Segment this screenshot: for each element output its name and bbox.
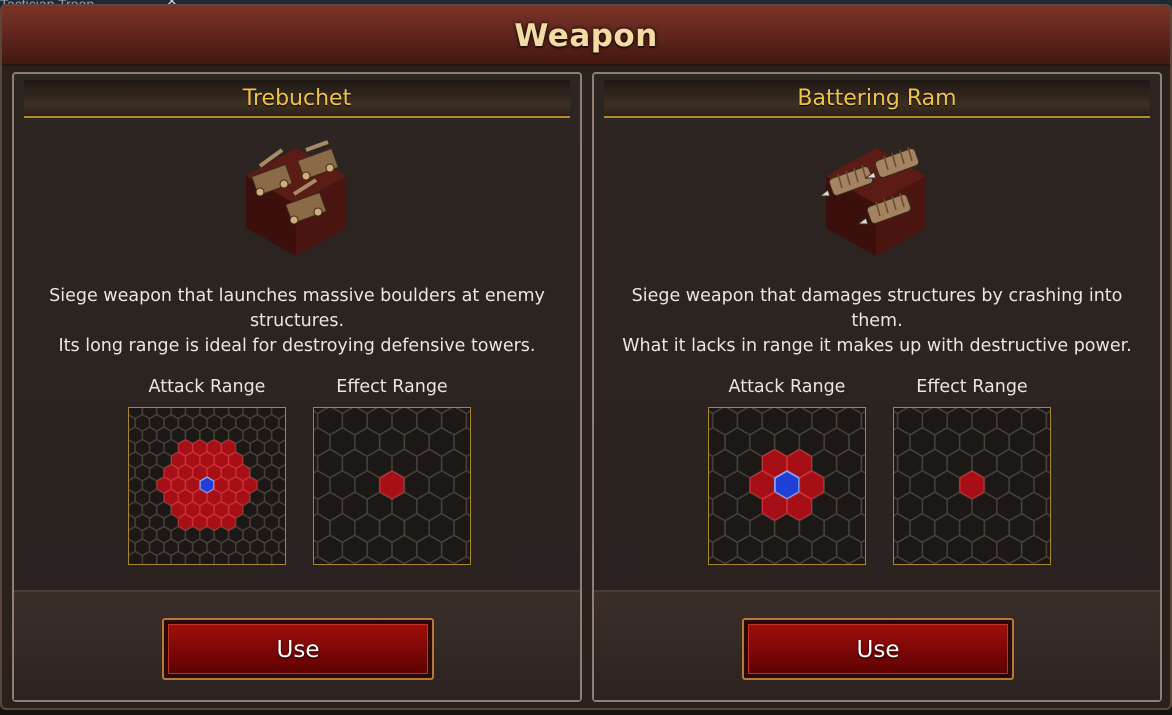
weapon-description: Siege weapon that damages structures by … (604, 284, 1150, 359)
weapon-card-header: Trebuchet (24, 80, 570, 118)
weapon-name: Trebuchet (242, 86, 352, 111)
dialog-title: Weapon (514, 18, 658, 54)
effect-range-label: Effect Range (916, 377, 1028, 397)
description-line-1: Siege weapon that damages structures by … (631, 286, 1123, 331)
hex-cell (256, 563, 258, 564)
use-trebuchet-button[interactable]: Use (162, 618, 434, 680)
hex-cell (213, 563, 215, 564)
attack-range-grid (708, 407, 866, 565)
use-battering-ram-button[interactable]: Use (742, 618, 1014, 680)
hex-cell (199, 563, 201, 564)
hex-cell (279, 564, 286, 565)
hex-cell (141, 563, 143, 564)
description-line-2: What it lacks in range it makes up with … (622, 336, 1132, 356)
hex-cell (128, 564, 135, 565)
use-button-label: Use (856, 637, 900, 663)
effect-range-grid (893, 407, 1051, 565)
effect-range-label: Effect Range (336, 377, 448, 397)
hex-cell (242, 563, 244, 564)
use-button-face[interactable]: Use (748, 624, 1008, 674)
hex-cell (156, 563, 158, 564)
description-line-2: Its long range is ideal for destroying d… (58, 336, 536, 356)
weapon-card-battering-ram: Battering Ram Siege weapon that damages … (592, 72, 1162, 702)
battering-ram-icon (818, 146, 926, 256)
weapon-name: Battering Ram (797, 86, 957, 111)
effect-range-grid (313, 407, 471, 565)
weapon-card-header: Battering Ram (604, 80, 1150, 118)
hex-cell (271, 563, 273, 564)
hex-cell (184, 563, 187, 564)
weapon-dialog: Weapon Trebuchet Siege weapon that launc… (0, 4, 1172, 710)
description-line-1: Siege weapon that launches massive bould… (49, 286, 545, 331)
use-button-label: Use (276, 637, 320, 663)
hex-cell (227, 563, 230, 564)
title-bar: Weapon (2, 6, 1170, 66)
use-button-face[interactable]: Use (168, 624, 428, 674)
attack-range-label: Attack Range (148, 377, 266, 397)
weapon-card-trebuchet: Trebuchet Siege weapon that launches mas… (12, 72, 582, 702)
attack-range-label: Attack Range (728, 377, 846, 397)
hex-cell (170, 563, 172, 564)
trebuchet-icon (246, 140, 346, 256)
weapon-description: Siege weapon that launches massive bould… (24, 284, 570, 359)
attack-range-grid (128, 407, 286, 565)
